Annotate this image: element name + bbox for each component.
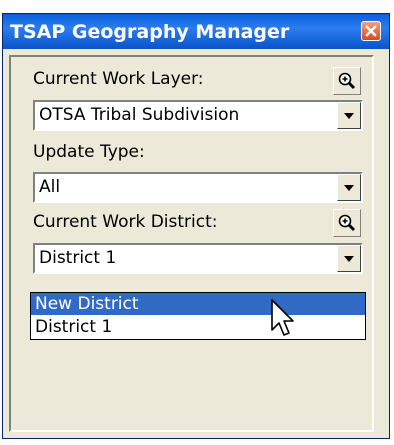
work-layer-value: OTSA Tribal Subdivision (39, 105, 240, 125)
work-layer-zoom-button[interactable] (333, 67, 361, 95)
mouse-pointer-icon (271, 299, 294, 336)
work-layer-label: Current Work Layer: (33, 69, 204, 89)
work-district-select[interactable]: District 1 (33, 243, 363, 274)
work-district-dropdown-button[interactable] (337, 245, 361, 272)
chevron-down-icon (344, 255, 354, 262)
work-layer-dropdown-button[interactable] (337, 102, 361, 129)
update-type-label: Update Type: (33, 142, 145, 162)
zoom-in-icon (338, 214, 356, 232)
chevron-down-icon (344, 112, 354, 119)
update-type-dropdown-button[interactable] (337, 174, 361, 201)
zoom-in-icon (338, 72, 356, 90)
update-type-select[interactable]: All (33, 172, 363, 203)
dropdown-option-district-1[interactable]: District 1 (31, 316, 365, 338)
chevron-down-icon (344, 184, 354, 191)
close-icon (365, 25, 377, 37)
work-district-label: Current Work District: (33, 212, 218, 232)
title-bar[interactable]: TSAP Geography Manager (3, 14, 389, 49)
work-district-dropdown-list: New District District 1 (30, 292, 366, 340)
work-district-value: District 1 (39, 248, 117, 268)
update-type-value: All (39, 177, 61, 197)
dropdown-option-new-district[interactable]: New District (31, 293, 365, 315)
manager-panel: Current Work Layer: OTSA Tribal Subdivis… (9, 55, 374, 432)
work-district-zoom-button[interactable] (333, 209, 361, 237)
work-layer-select[interactable]: OTSA Tribal Subdivision (33, 100, 363, 131)
geography-manager-window: TSAP Geography Manager Current Work Laye… (2, 13, 390, 439)
close-button[interactable] (361, 21, 381, 41)
window-title: TSAP Geography Manager (10, 21, 290, 43)
